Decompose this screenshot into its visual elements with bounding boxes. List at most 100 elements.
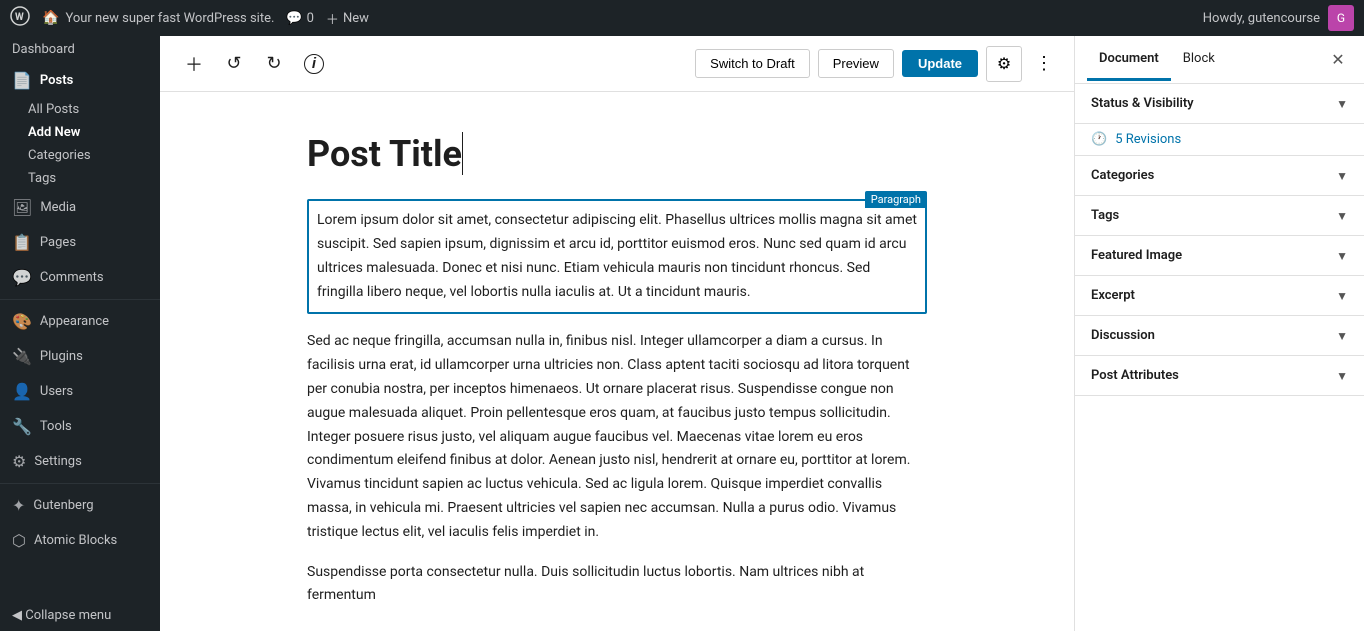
collapse-menu-button[interactable]: ◀ Collapse menu xyxy=(0,600,160,631)
section-status-visibility-header[interactable]: Status & Visibility ▼ xyxy=(1075,84,1364,123)
sidebar-divider-1 xyxy=(0,299,160,300)
tab-block[interactable]: Block xyxy=(1171,39,1227,81)
section-featured-image-header[interactable]: Featured Image ▼ xyxy=(1075,236,1364,275)
editor-inner: Post Title Paragraph Lorem ipsum dolor s… xyxy=(227,132,1007,608)
add-block-button[interactable]: ＋ xyxy=(176,46,212,82)
new-link[interactable]: ＋ New xyxy=(326,9,369,28)
paragraph-text-1: Lorem ipsum dolor sit amet, consectetur … xyxy=(317,209,917,304)
update-button[interactable]: Update xyxy=(902,50,978,77)
post-title-block[interactable]: Post Title xyxy=(307,132,927,175)
sidebar-sub-add-new[interactable]: Add New xyxy=(0,121,160,144)
howdy-section: Howdy, gutencourse G xyxy=(1203,5,1354,31)
wp-logo-icon[interactable]: W xyxy=(10,6,30,30)
section-categories-header[interactable]: Categories ▼ xyxy=(1075,156,1364,195)
sidebar-item-atomic-blocks[interactable]: ⬡ Atomic Blocks xyxy=(0,523,160,558)
panel-content: Status & Visibility ▼ 🕐 5 Revisions Cate… xyxy=(1075,84,1364,631)
post-title[interactable]: Post Title xyxy=(307,132,927,175)
chevron-featured-image-icon: ▼ xyxy=(1336,249,1348,263)
sidebar-sub-all-posts[interactable]: All Posts xyxy=(0,98,160,121)
section-tags-header[interactable]: Tags ▼ xyxy=(1075,196,1364,235)
house-icon: 🏠 xyxy=(42,10,59,26)
pages-icon: 📋 xyxy=(12,233,32,252)
sidebar-item-gutenberg[interactable]: ✦ Gutenberg xyxy=(0,488,160,523)
sidebar-item-users[interactable]: 👤 Users xyxy=(0,374,160,409)
sidebar-sub-categories[interactable]: Categories xyxy=(0,144,160,167)
comments-link[interactable]: 💬 0 xyxy=(286,11,314,26)
sidebar-media-label: Media xyxy=(40,200,76,215)
sidebar-item-dashboard[interactable]: Dashboard xyxy=(0,36,160,63)
media-icon: 🖼 xyxy=(12,198,32,217)
sidebar-item-media[interactable]: 🖼 Media xyxy=(0,190,160,225)
editor-content[interactable]: Post Title Paragraph Lorem ipsum dolor s… xyxy=(160,92,1074,631)
sidebar-plugins-label: Plugins xyxy=(40,349,83,364)
sidebar-item-pages[interactable]: 📋 Pages xyxy=(0,225,160,260)
avatar[interactable]: G xyxy=(1328,5,1354,31)
sidebar-tools-label: Tools xyxy=(40,419,72,434)
chevron-discussion-icon: ▼ xyxy=(1336,329,1348,343)
posts-icon: 📄 xyxy=(12,71,32,90)
featured-image-label: Featured Image xyxy=(1091,248,1182,263)
toolbar-right: Switch to Draft Preview Update ⚙ ⋮ xyxy=(695,46,1058,82)
sidebar-appearance-label: Appearance xyxy=(40,314,109,329)
revisions-row[interactable]: 🕐 5 Revisions xyxy=(1075,124,1364,155)
more-options-button[interactable]: ⋮ xyxy=(1030,46,1058,82)
editor-toolbar: ＋ ↺ ↻ i Switch to Draft Preview Update ⚙… xyxy=(160,36,1074,92)
site-link[interactable]: 🏠 Your new super fast WordPress site. xyxy=(42,10,274,26)
info-button[interactable]: i xyxy=(296,46,332,82)
settings-panel-button[interactable]: ⚙ xyxy=(986,46,1022,82)
comment-count: 0 xyxy=(307,11,314,26)
add-block-icon: ＋ xyxy=(185,51,203,77)
new-label: New xyxy=(343,11,369,26)
sidebar-item-appearance[interactable]: 🎨 Appearance xyxy=(0,304,160,339)
status-visibility-label: Status & Visibility xyxy=(1091,96,1194,111)
paragraph-block-2[interactable]: Sed ac neque fringilla, accumsan nulla i… xyxy=(307,330,927,544)
redo-button[interactable]: ↻ xyxy=(256,46,292,82)
sidebar-item-comments[interactable]: 💬 Comments xyxy=(0,260,160,295)
right-panel: Document Block ✕ Status & Visibility ▼ 🕐… xyxy=(1074,36,1364,631)
chevron-excerpt-icon: ▼ xyxy=(1336,289,1348,303)
panel-tabs: Document Block ✕ xyxy=(1075,36,1364,84)
revisions-count[interactable]: 5 Revisions xyxy=(1115,132,1181,147)
tab-document[interactable]: Document xyxy=(1087,39,1171,81)
howdy-text: Howdy, gutencourse xyxy=(1203,11,1320,26)
tools-icon: 🔧 xyxy=(12,417,32,436)
cursor xyxy=(462,132,463,175)
excerpt-label: Excerpt xyxy=(1091,288,1135,303)
preview-button[interactable]: Preview xyxy=(818,49,894,78)
switch-to-draft-button[interactable]: Switch to Draft xyxy=(695,49,810,78)
sidebar-settings-label: Settings xyxy=(34,454,81,469)
chevron-post-attributes-icon: ▼ xyxy=(1336,369,1348,383)
redo-icon: ↻ xyxy=(266,53,281,74)
chevron-tags-icon: ▼ xyxy=(1336,209,1348,223)
app-container: Dashboard 📄 Posts All Posts Add New Cate… xyxy=(0,36,1364,631)
svg-text:W: W xyxy=(15,12,24,23)
section-post-attributes-header[interactable]: Post Attributes ▼ xyxy=(1075,356,1364,395)
discussion-label: Discussion xyxy=(1091,328,1155,343)
section-excerpt: Excerpt ▼ xyxy=(1075,276,1364,316)
atomic-blocks-icon: ⬡ xyxy=(12,531,26,550)
section-excerpt-header[interactable]: Excerpt ▼ xyxy=(1075,276,1364,315)
collapse-icon: ◀ xyxy=(12,608,22,623)
gutenberg-icon: ✦ xyxy=(12,496,25,515)
paragraph-block-1[interactable]: Paragraph Lorem ipsum dolor sit amet, co… xyxy=(307,199,927,314)
close-panel-button[interactable]: ✕ xyxy=(1324,46,1352,74)
sidebar-pages-label: Pages xyxy=(40,235,76,250)
gear-icon: ⚙ xyxy=(997,54,1011,74)
sidebar-sub-tags[interactable]: Tags xyxy=(0,167,160,190)
sidebar-item-posts[interactable]: 📄 Posts xyxy=(0,63,160,98)
comments-nav-icon: 💬 xyxy=(12,268,32,287)
clock-icon: 🕐 xyxy=(1091,132,1107,147)
sidebar: Dashboard 📄 Posts All Posts Add New Cate… xyxy=(0,36,160,631)
collapse-label: Collapse menu xyxy=(25,608,111,623)
editor-container: ＋ ↺ ↻ i Switch to Draft Preview Update ⚙… xyxy=(160,36,1074,631)
comment-bubble-icon: 💬 xyxy=(286,11,302,26)
paragraph-block-3[interactable]: Suspendisse porta consectetur nulla. Dui… xyxy=(307,561,927,609)
section-discussion-header[interactable]: Discussion ▼ xyxy=(1075,316,1364,355)
chevron-categories-icon: ▼ xyxy=(1336,169,1348,183)
section-discussion: Discussion ▼ xyxy=(1075,316,1364,356)
undo-button[interactable]: ↺ xyxy=(216,46,252,82)
plus-icon: ＋ xyxy=(326,9,339,28)
sidebar-item-plugins[interactable]: 🔌 Plugins xyxy=(0,339,160,374)
sidebar-item-tools[interactable]: 🔧 Tools xyxy=(0,409,160,444)
sidebar-item-settings[interactable]: ⚙ Settings xyxy=(0,444,160,479)
